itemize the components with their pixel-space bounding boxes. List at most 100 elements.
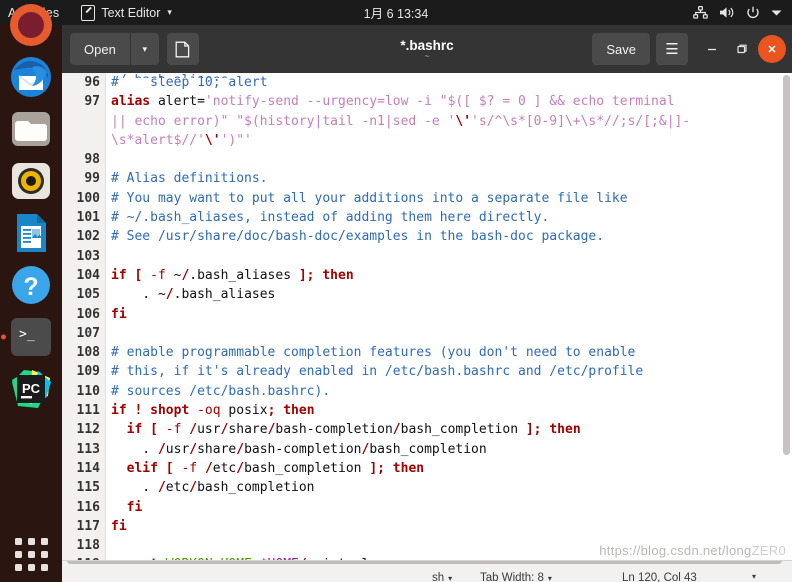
- code-token: posix: [220, 403, 268, 419]
- dock-item-libreoffice-writer[interactable]: [9, 211, 53, 255]
- code-line[interactable]: . ~/.bash_aliases: [111, 285, 792, 304]
- grid-dot: [27, 563, 35, 571]
- code-line[interactable]: # enable programmable completion feature…: [111, 343, 792, 362]
- dock-item-terminal[interactable]: >_: [1, 315, 53, 359]
- maximize-button[interactable]: [728, 35, 756, 63]
- watermark-suffix: ZER0: [751, 543, 786, 558]
- code-token: share: [228, 422, 268, 438]
- system-status-area[interactable]: [693, 6, 792, 20]
- code-token: /: [236, 460, 245, 476]
- code-token: -f: [150, 267, 166, 283]
- code-token: usr: [165, 441, 190, 457]
- code-token: # this, if it's already enabled in /etc/…: [111, 364, 644, 380]
- code-line[interactable]: alias alert='notify-send --urgency=low -…: [111, 92, 792, 111]
- code-line[interactable]: || echo error)" "$(history|tail -n1|sed …: [111, 112, 792, 131]
- window-controls: [698, 35, 786, 63]
- dock-item-help[interactable]: ?: [9, 263, 53, 307]
- svg-text:>_: >_: [19, 327, 35, 342]
- tab-width-selector[interactable]: Tab Width: 8 ▾: [480, 572, 552, 582]
- line-number: 118: [76, 538, 100, 554]
- code-line[interactable]: # this, if it's already enabled in /etc/…: [111, 362, 792, 381]
- dock-item-thunderbird[interactable]: [9, 55, 53, 99]
- code-line[interactable]: [111, 247, 792, 266]
- code-token: etc: [165, 480, 190, 496]
- code-line[interactable]: # You may want to put all your additions…: [111, 189, 792, 208]
- code-token: bash_completion: [400, 422, 526, 438]
- code-line[interactable]: # sources /etc/bash.bashrc).: [111, 382, 792, 401]
- line-number: 96: [84, 75, 100, 90]
- code-token: .: [111, 480, 158, 496]
- code-token: \': [455, 113, 472, 129]
- code-line[interactable]: if [ -f ~/.bash_aliases ]; then: [111, 266, 792, 285]
- dock-item-pycharm[interactable]: PC: [9, 367, 53, 411]
- line-number: [62, 131, 105, 150]
- code-line[interactable]: if [ -f /usr/share/bash-completion/bash_…: [111, 420, 792, 439]
- code-token: /: [189, 480, 198, 496]
- code-line[interactable]: [111, 324, 792, 343]
- code-line[interactable]: \s*alert$//'\'')"': [111, 131, 792, 150]
- hamburger-menu-button[interactable]: ☰: [656, 33, 688, 65]
- code-token: \s*alert$//': [111, 132, 205, 148]
- grid-dot: [40, 537, 48, 545]
- new-document-button[interactable]: [166, 33, 199, 65]
- code-token: bash-completion: [275, 422, 393, 438]
- grid-dot: [40, 563, 48, 571]
- code-line[interactable]: . /etc/bash_completion: [111, 478, 792, 497]
- code-token: if ! shopt: [111, 403, 190, 419]
- code-line[interactable]: if ! shopt -oq posix; then: [111, 401, 792, 420]
- line-number: 114: [76, 460, 100, 476]
- code-line[interactable]: fi: [111, 305, 792, 324]
- code-token: \': [204, 132, 221, 148]
- code-token: share: [197, 441, 237, 457]
- code-token: || echo error)" "$(history|tail -n1|sed …: [111, 113, 456, 129]
- chevron-down-icon: ▾: [167, 7, 172, 17]
- text-editor-icon: [81, 4, 96, 21]
- show-applications-button[interactable]: [9, 532, 53, 576]
- dock-item-rhythmbox[interactable]: [9, 159, 53, 203]
- code-line[interactable]: [111, 150, 792, 169]
- save-button[interactable]: Save: [592, 33, 650, 65]
- grid-dot: [14, 537, 22, 545]
- close-button[interactable]: [758, 35, 786, 63]
- code-content[interactable]: # sleep 10; alert alias alert='notify-sen…: [106, 73, 792, 582]
- minimize-button[interactable]: [698, 35, 726, 63]
- code-token: fi: [126, 499, 143, 515]
- status-bar: sh ▾ Tab Width: 8 ▾ Ln 120, Col 43 ▾ INS: [62, 560, 792, 582]
- code-line[interactable]: # See /usr/share/doc/bash-doc/examples i…: [111, 227, 792, 246]
- code-token: . ~: [111, 287, 166, 303]
- chevron-down-icon: [771, 9, 782, 17]
- line-number: 100: [76, 190, 100, 206]
- code-token: ]; then: [298, 267, 354, 283]
- cursor-position: Ln 120, Col 43: [622, 572, 697, 582]
- code-line[interactable]: elif [ -f /etc/bash_completion ]; then: [111, 459, 792, 478]
- code-token: alert=: [150, 94, 205, 110]
- grid-dot: [14, 563, 22, 571]
- code-line[interactable]: # Alias definitions.: [111, 169, 792, 188]
- code-token: /: [165, 287, 174, 303]
- line-number: 109: [76, 364, 100, 380]
- code-token: 'notify-send --urgency=low -i "$([ $? = …: [204, 94, 675, 110]
- code-token: bash-completion: [244, 441, 362, 457]
- code-line[interactable]: fi: [111, 517, 792, 536]
- language-selector[interactable]: sh ▾: [432, 572, 452, 582]
- dock-item-files[interactable]: [9, 107, 53, 151]
- code-editor-area[interactable]: ~/.bash_aliases 9697 9899100101102103104…: [62, 73, 792, 582]
- horizontal-scrollbar[interactable]: [67, 561, 782, 564]
- app-menu-button[interactable]: Text Editor ▾: [69, 4, 172, 21]
- line-number: 115: [76, 480, 100, 496]
- code-token: [: [165, 460, 174, 476]
- code-line[interactable]: # ~/.bash_aliases, instead of adding the…: [111, 208, 792, 227]
- open-dropdown-button[interactable]: ▾: [130, 33, 159, 65]
- open-button[interactable]: Open: [70, 33, 130, 65]
- code-token: if: [126, 422, 143, 438]
- chevron-down-icon[interactable]: ▾: [752, 572, 756, 581]
- code-line[interactable]: . /usr/share/bash-completion/bash_comple…: [111, 440, 792, 459]
- vertical-scrollbar[interactable]: [783, 75, 790, 455]
- line-number: 108: [76, 345, 100, 361]
- chevron-down-icon: ▾: [547, 573, 552, 582]
- code-line[interactable]: fi: [111, 498, 792, 517]
- dock-item-firefox[interactable]: [9, 3, 53, 47]
